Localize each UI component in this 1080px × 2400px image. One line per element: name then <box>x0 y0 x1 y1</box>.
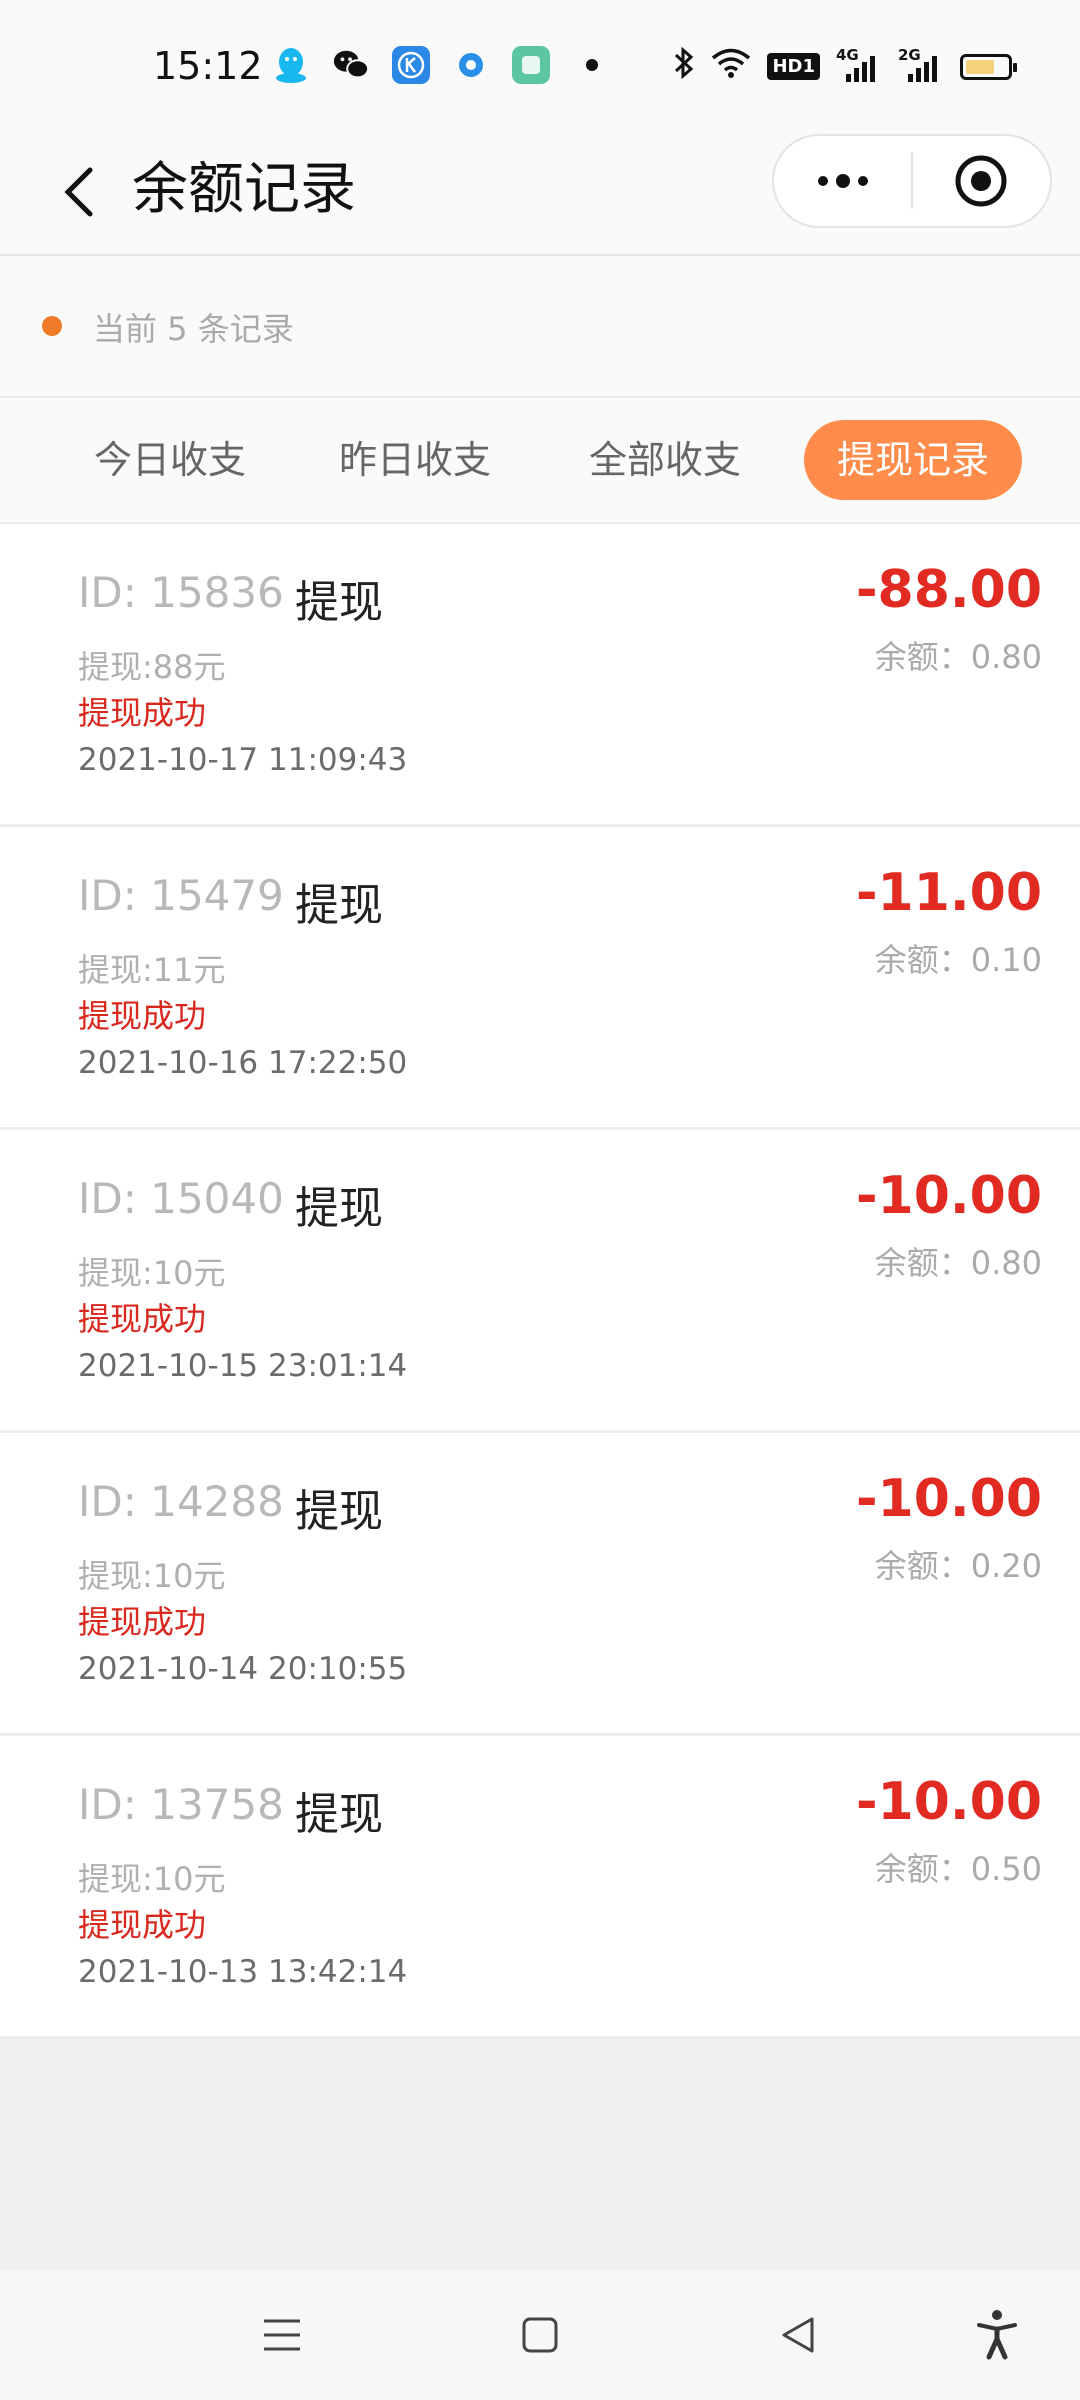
record-type: 提现 <box>295 577 383 628</box>
record-balance: 余额：0.50 <box>874 1850 1042 1888</box>
record-type: 提现 <box>295 1183 383 1234</box>
record-id: ID: 13758 <box>78 1780 284 1829</box>
target-icon <box>955 155 1007 207</box>
tab-all[interactable]: 全部收支 <box>555 420 775 500</box>
back-icon <box>782 2317 814 2353</box>
record-type: 提现 <box>295 1486 383 1537</box>
menu-icon <box>264 2319 300 2351</box>
record-balance: 余额：0.20 <box>874 1547 1042 1585</box>
record-time: 2021-10-16 17:22:50 <box>78 1045 408 1081</box>
record-time: 2021-10-13 13:42:14 <box>78 1954 408 1990</box>
qq-icon <box>272 46 310 84</box>
home-icon <box>522 2317 558 2353</box>
record-type: 提现 <box>295 1789 383 1840</box>
record-status: 提现成功 <box>78 1906 207 1944</box>
list-item[interactable]: ID: 13758 提现 提现:10元 提现成功 2021-10-13 13:4… <box>0 1736 1080 2039</box>
record-time: 2021-10-14 20:10:55 <box>78 1651 408 1687</box>
record-status: 提现成功 <box>78 1300 207 1338</box>
status-bar: 15:12 HD1 4G 2G <box>0 0 1080 130</box>
record-desc: 提现:10元 <box>78 1557 226 1595</box>
chevron-left-icon <box>64 167 93 217</box>
record-id: ID: 14288 <box>78 1477 284 1526</box>
record-amount: -88.00 <box>855 560 1042 620</box>
tab-today[interactable]: 今日收支 <box>60 420 280 500</box>
record-list: ID: 15836 提现 提现:88元 提现成功 2021-10-17 11:0… <box>0 524 1080 2039</box>
battery-icon <box>960 53 1017 80</box>
wechat-icon <box>332 46 370 84</box>
app-icon <box>512 46 550 84</box>
record-status: 提现成功 <box>78 1603 207 1641</box>
k-app-icon <box>392 46 430 84</box>
2g-signal-icon: 2G <box>898 46 944 84</box>
record-type: 提现 <box>295 880 383 931</box>
record-amount: -10.00 <box>855 1772 1042 1832</box>
system-nav-bar <box>0 2270 1080 2400</box>
record-amount: -10.00 <box>855 1166 1042 1226</box>
header: 余额记录 <box>0 130 1080 256</box>
4g-signal-icon: 4G <box>836 46 882 84</box>
more-button[interactable] <box>774 136 911 226</box>
dot-icon <box>586 59 598 71</box>
tab-withdraw-records[interactable]: 提现记录 <box>804 420 1022 500</box>
count-dot-icon <box>42 316 62 336</box>
record-balance: 余额：0.80 <box>874 638 1042 676</box>
close-miniprogram-button[interactable] <box>913 136 1050 226</box>
more-icon <box>817 174 868 188</box>
hd-icon: HD1 <box>767 53 820 80</box>
record-amount: -10.00 <box>855 1469 1042 1529</box>
wifi-icon <box>711 47 751 86</box>
accessibility-button[interactable] <box>962 2300 1032 2370</box>
back-button[interactable] <box>40 152 120 232</box>
miniprogram-capsule <box>772 134 1052 228</box>
record-id: ID: 15479 <box>78 871 284 920</box>
record-desc: 提现:88元 <box>78 648 226 686</box>
record-balance: 余额：0.80 <box>874 1244 1042 1282</box>
record-desc: 提现:11元 <box>78 951 226 989</box>
record-desc: 提现:10元 <box>78 1254 226 1292</box>
menu-button[interactable] <box>247 2300 317 2370</box>
filter-tabs: 今日收支 昨日收支 全部收支 提现记录 <box>0 398 1080 524</box>
list-item[interactable]: ID: 14288 提现 提现:10元 提现成功 2021-10-14 20:1… <box>0 1433 1080 1736</box>
status-time: 15:12 <box>153 44 263 88</box>
page-title: 余额记录 <box>132 157 356 222</box>
notification-icons <box>272 46 598 84</box>
record-count-text: 当前 5 条记录 <box>93 310 294 348</box>
record-time: 2021-10-17 11:09:43 <box>78 742 408 778</box>
record-status: 提现成功 <box>78 997 207 1035</box>
browser-icon <box>452 46 490 84</box>
record-amount: -11.00 <box>855 863 1042 923</box>
record-id: ID: 15836 <box>78 568 284 617</box>
back-nav-button[interactable] <box>763 2300 833 2370</box>
system-icons: HD1 4G 2G <box>673 46 1017 87</box>
record-count-row: 当前 5 条记录 <box>0 256 1080 398</box>
bluetooth-icon <box>673 46 695 87</box>
record-status: 提现成功 <box>78 694 207 732</box>
accessibility-icon <box>977 2310 1017 2360</box>
list-item[interactable]: ID: 15040 提现 提现:10元 提现成功 2021-10-15 23:0… <box>0 1130 1080 1433</box>
record-balance: 余额：0.10 <box>874 941 1042 979</box>
list-item[interactable]: ID: 15479 提现 提现:11元 提现成功 2021-10-16 17:2… <box>0 827 1080 1130</box>
record-desc: 提现:10元 <box>78 1860 226 1898</box>
record-time: 2021-10-15 23:01:14 <box>78 1348 408 1384</box>
tab-yesterday[interactable]: 昨日收支 <box>305 420 525 500</box>
record-id: ID: 15040 <box>78 1174 284 1223</box>
home-button[interactable] <box>505 2300 575 2370</box>
list-item[interactable]: ID: 15836 提现 提现:88元 提现成功 2021-10-17 11:0… <box>0 524 1080 827</box>
